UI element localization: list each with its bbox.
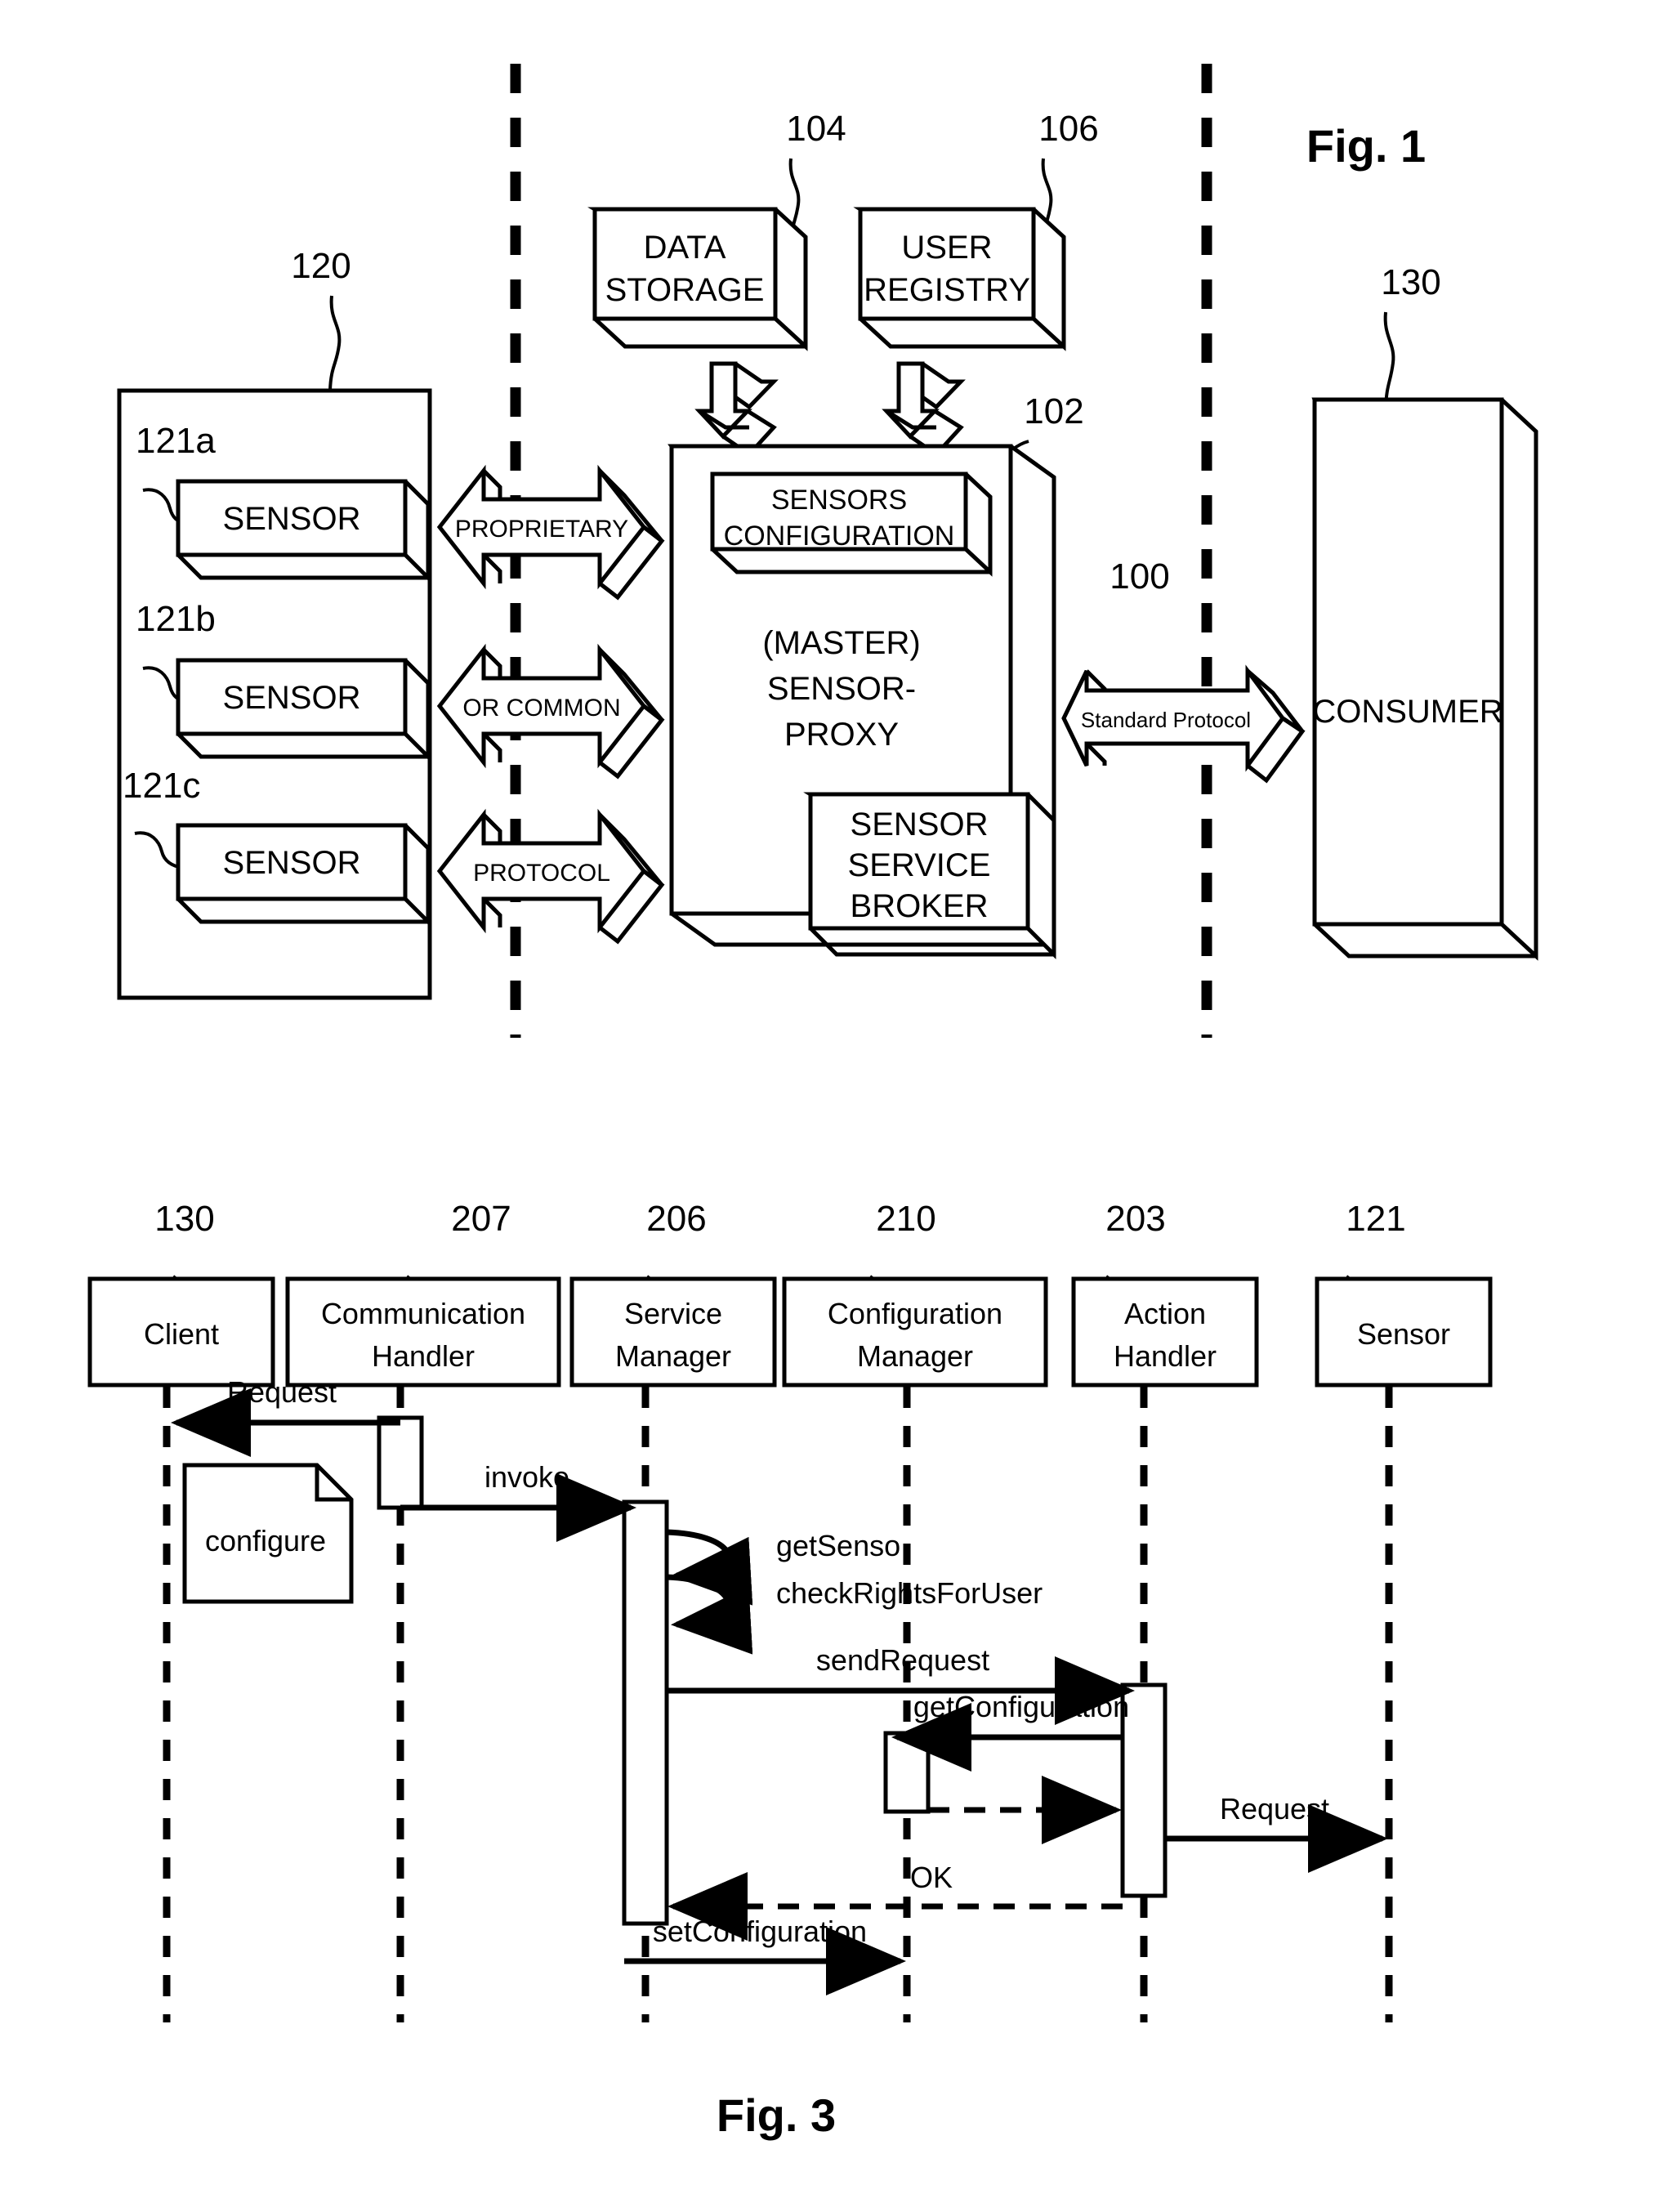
arrow-or-common: OR COMMON bbox=[436, 643, 665, 780]
user-registry-bottom bbox=[859, 317, 1064, 349]
master-sensor-proxy-label-line1: (MASTER) bbox=[762, 625, 920, 661]
lifeline-label-config-manager-1: Configuration bbox=[828, 1297, 1002, 1330]
figure-1-title: Fig. 1 bbox=[1306, 120, 1426, 172]
sensor-box-a-label: SENSOR bbox=[223, 501, 361, 537]
consumer-label: CONSUMER bbox=[1312, 694, 1502, 730]
sensor-service-broker-box: SENSOR SERVICE BROKER bbox=[803, 792, 1056, 960]
sensors-configuration-label-line2: CONFIGURATION bbox=[724, 521, 955, 552]
lifeline-label-action-handler-1: Action bbox=[1124, 1297, 1206, 1330]
lifeline-label-service-manager-1: Service bbox=[624, 1297, 722, 1330]
arrow-protocol: PROTOCOL bbox=[436, 808, 665, 945]
message-label-setconfiguration: setConfiguration bbox=[653, 1915, 867, 1948]
sensor-service-broker-label-line3: BROKER bbox=[851, 888, 989, 924]
ref-121b: 121b bbox=[136, 599, 216, 639]
data-storage-label-line1: DATA bbox=[644, 230, 726, 266]
arrow-protocol-label: PROTOCOL bbox=[473, 860, 610, 887]
message-label-request-sensor: Request bbox=[1220, 1792, 1329, 1825]
ref-121-sensor: 121 bbox=[1346, 1199, 1405, 1239]
arrow-or-common-fold-l bbox=[482, 648, 502, 678]
message-label-getsensor: getSenso bbox=[776, 1529, 900, 1562]
arrow-standard-protocol-label: Standard Protocol bbox=[1081, 708, 1251, 732]
lifeline-label-comm-handler-1: Communication bbox=[321, 1297, 525, 1330]
lifeline-label-service-manager-2: Manager bbox=[615, 1339, 731, 1373]
figures-canvas: Fig. 1 120 121a SENSOR 121b SENSOR 121c … bbox=[87, 64, 1538, 2141]
arrow-proprietary: PROPRIETARY bbox=[436, 464, 665, 601]
sensor-service-broker-label-line1: SENSOR bbox=[851, 807, 989, 842]
lifeline-label-action-handler-2: Handler bbox=[1114, 1339, 1217, 1373]
arrow-or-common-label: OR COMMON bbox=[462, 695, 620, 722]
activation-config-manager bbox=[883, 1731, 931, 1814]
figure-1: Fig. 1 120 121a SENSOR 121b SENSOR 121c … bbox=[117, 64, 1538, 1038]
sensor-box-c-label: SENSOR bbox=[223, 845, 361, 881]
sensor-service-broker-bottom bbox=[809, 927, 1054, 957]
arrow-vertical-storage bbox=[694, 361, 779, 458]
message-label-checkrights: checkRightsForUser bbox=[776, 1576, 1043, 1610]
ref-100: 100 bbox=[1110, 556, 1169, 597]
ref-207: 207 bbox=[451, 1199, 511, 1239]
arrow-vertical-registry-side-up bbox=[921, 361, 966, 410]
arrow-proprietary-fold-l bbox=[482, 469, 502, 499]
activation-service-manager bbox=[622, 1499, 669, 1926]
user-registry-label-line2: REGISTRY bbox=[864, 272, 1030, 308]
ref-206: 206 bbox=[646, 1199, 706, 1239]
message-arrow-checkrights-self bbox=[666, 1574, 753, 1655]
ref-203: 203 bbox=[1105, 1199, 1165, 1239]
sensors-configuration-label-line1: SENSORS bbox=[771, 485, 907, 516]
arrow-standard-protocol-fold-l2 bbox=[1085, 742, 1107, 766]
arrow-or-common-fold-l2 bbox=[482, 732, 502, 762]
user-registry-box: USER REGISTRY bbox=[853, 207, 1066, 351]
message-label-request-client: Request bbox=[227, 1375, 337, 1409]
message-label-invoke: invoke bbox=[484, 1460, 569, 1494]
leader-130-consumer bbox=[1383, 311, 1395, 409]
message-label-getconfiguration: getConfiguration bbox=[913, 1690, 1129, 1723]
consumer-face bbox=[1312, 397, 1504, 927]
arrow-vertical-registry bbox=[882, 361, 966, 458]
note-configure: configure bbox=[182, 1463, 354, 1604]
arrow-proprietary-label: PROPRIETARY bbox=[455, 516, 628, 543]
sensor-service-broker-label-line2: SERVICE bbox=[848, 847, 991, 883]
lifeline-label-comm-handler-2: Handler bbox=[372, 1339, 475, 1373]
figure-3: 130 207 206 210 203 121 Client Communica… bbox=[87, 1199, 1493, 2141]
leader-120 bbox=[328, 295, 342, 391]
lifeline-label-sensor: Sensor bbox=[1357, 1317, 1450, 1351]
arrow-proprietary-fold-l2 bbox=[482, 553, 502, 583]
arrow-standard-protocol: Standard Protocol bbox=[1061, 664, 1306, 784]
arrow-standard-protocol-fold-l bbox=[1085, 669, 1107, 690]
data-storage-bottom bbox=[593, 317, 806, 349]
data-storage-box: DATA STORAGE bbox=[587, 207, 808, 351]
user-registry-label-line1: USER bbox=[901, 230, 992, 266]
arrow-vertical-storage-side-up bbox=[734, 361, 779, 410]
lifeline-label-client: Client bbox=[144, 1317, 219, 1351]
figure-3-title: Fig. 3 bbox=[717, 2089, 836, 2141]
consumer-box: CONSUMER bbox=[1311, 397, 1538, 961]
ref-210: 210 bbox=[876, 1199, 935, 1239]
ref-130-client: 130 bbox=[154, 1199, 214, 1239]
ref-120: 120 bbox=[291, 246, 351, 286]
ref-121a: 121a bbox=[136, 421, 216, 461]
activation-comm-handler bbox=[377, 1415, 424, 1510]
ref-130-consumer: 130 bbox=[1381, 262, 1440, 302]
ref-104: 104 bbox=[786, 109, 846, 149]
master-sensor-proxy-label-line2: SENSOR- bbox=[767, 671, 916, 707]
note-configure-label: configure bbox=[205, 1524, 326, 1557]
ref-121c: 121c bbox=[123, 766, 200, 806]
consumer-bottom bbox=[1313, 923, 1536, 959]
arrow-protocol-fold-l2 bbox=[482, 897, 502, 927]
lifeline-label-config-manager-2: Manager bbox=[857, 1339, 973, 1373]
message-label-sendrequest: sendRequest bbox=[816, 1643, 989, 1677]
ref-102: 102 bbox=[1024, 391, 1083, 431]
message-arrow-getsensor-self bbox=[666, 1529, 753, 1606]
patent-figure-sheet: Fig. 1 120 121a SENSOR 121b SENSOR 121c … bbox=[0, 0, 1661, 2212]
sensor-box-b-label: SENSOR bbox=[223, 680, 361, 716]
arrow-protocol-fold-l bbox=[482, 813, 502, 843]
message-label-ok: OK bbox=[910, 1861, 953, 1894]
master-sensor-proxy-label-line3: PROXY bbox=[784, 717, 899, 753]
data-storage-label-line2: STORAGE bbox=[605, 272, 765, 308]
ref-106: 106 bbox=[1038, 109, 1098, 149]
